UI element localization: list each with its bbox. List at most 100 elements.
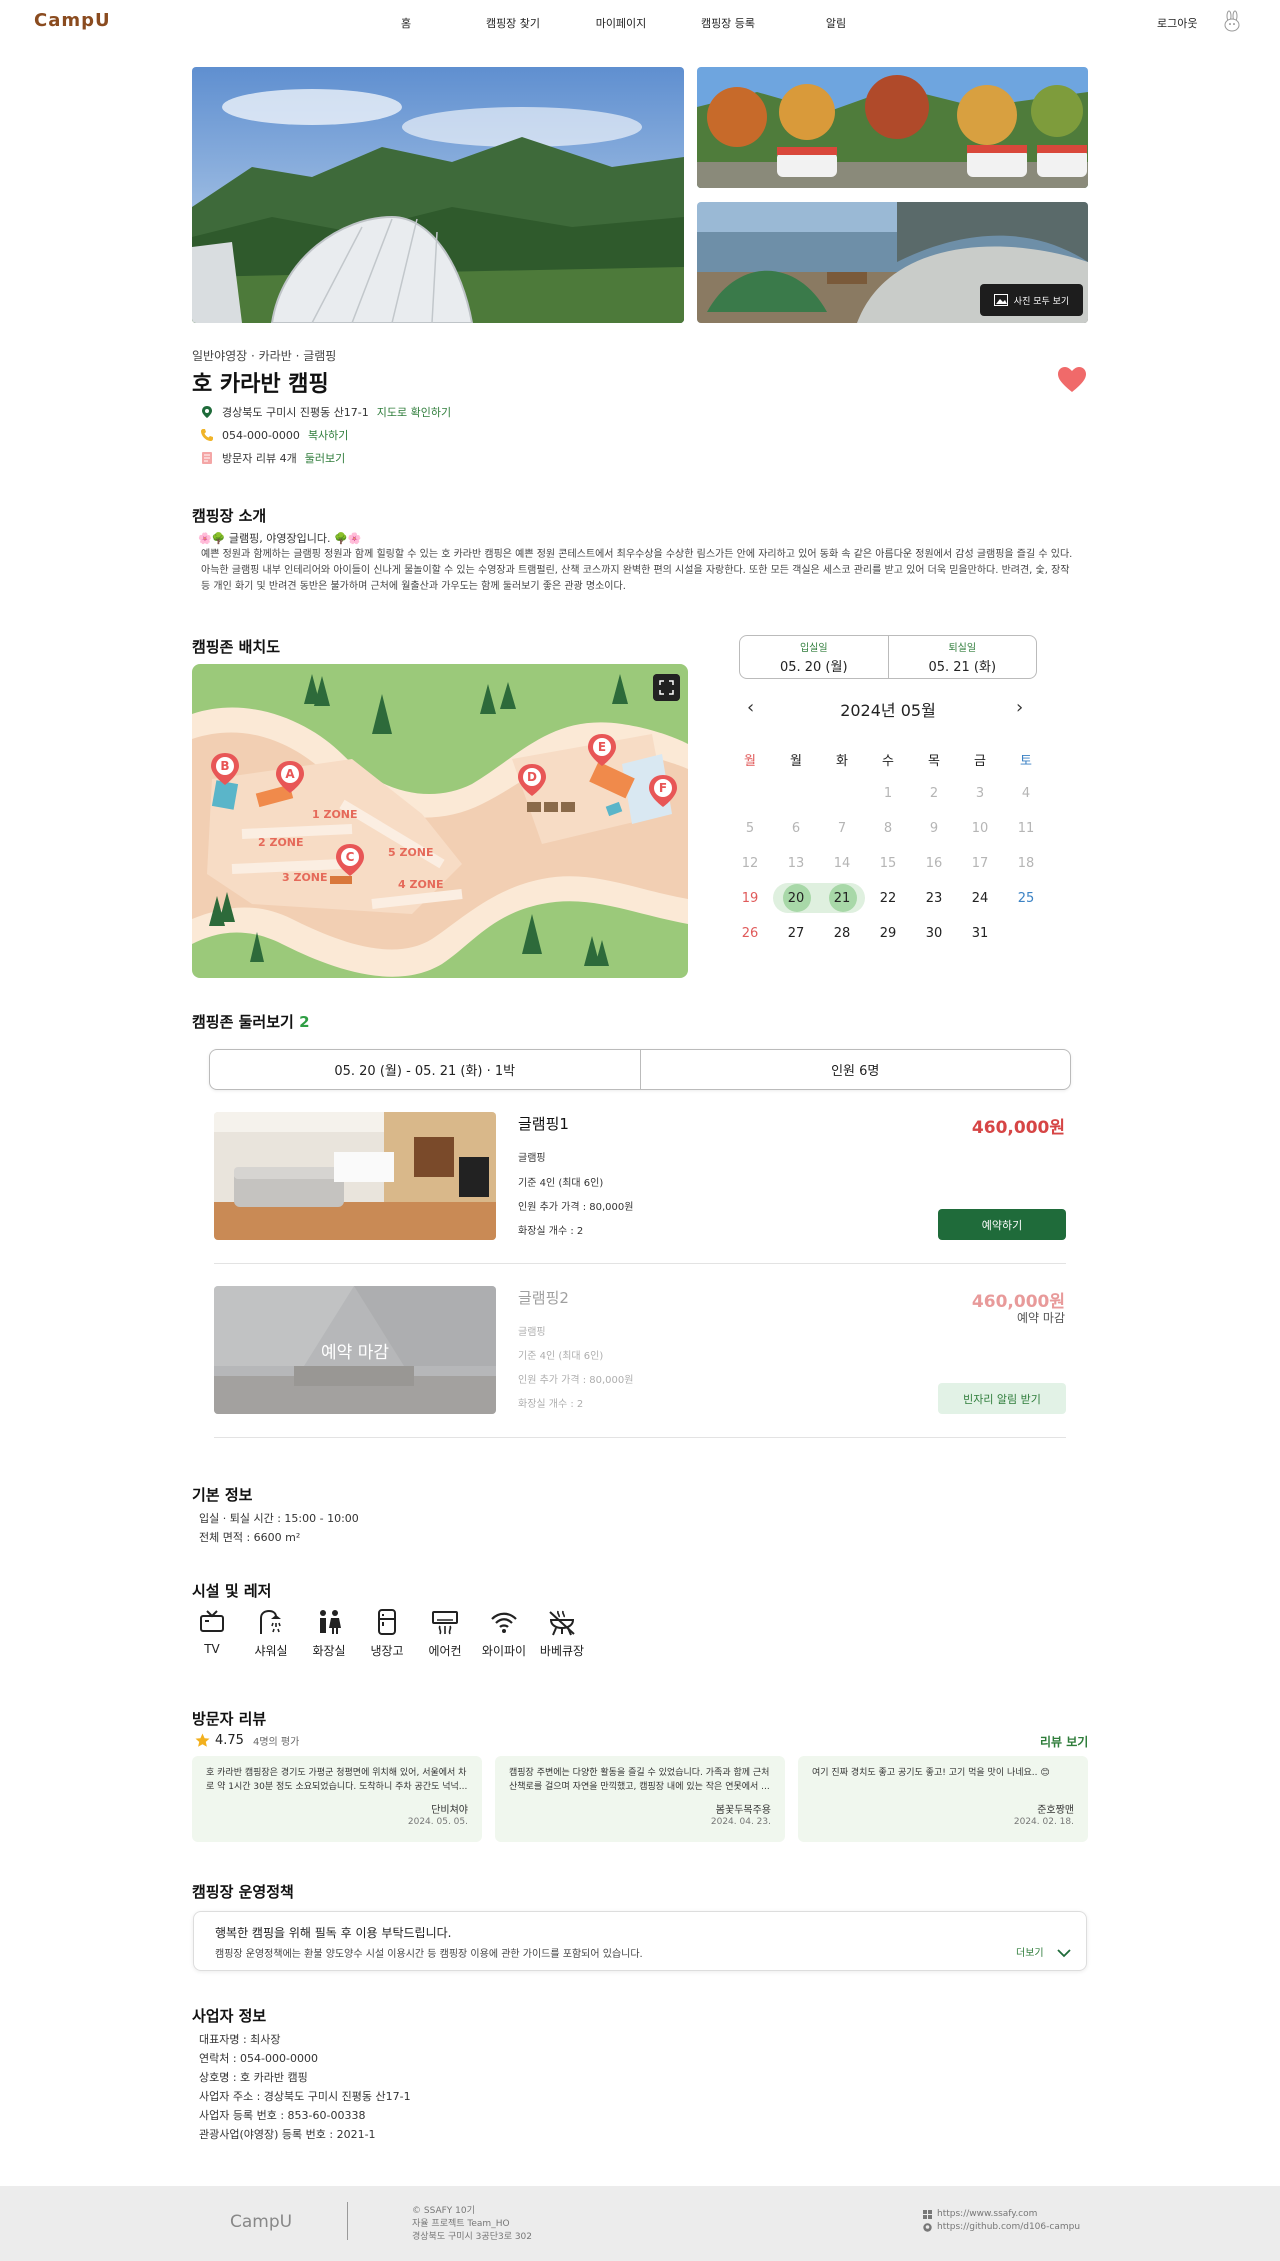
review-card[interactable]: 호 카라반 캠핑장은 경기도 가평군 청평면에 위치해 있어, 서울에서 차로 … [192,1756,482,1842]
favorite-heart-icon[interactable] [1058,367,1086,393]
logout-link[interactable]: 로그아웃 [1157,15,1197,31]
date-range-selector[interactable]: 05. 20 (월) - 05. 21 (화) · 1박 [210,1050,640,1089]
calendar-day[interactable]: 30 [911,926,957,941]
profile-bunny-icon[interactable] [1222,10,1242,32]
calendar-day[interactable]: 31 [957,926,1003,941]
total-area: 전체 면적 : 6600 m² [199,1531,301,1544]
room-name-2: 글램핑2 [518,1289,569,1307]
calendar-day[interactable]: 26 [727,926,773,941]
biz-reg-number: 사업자 등록 번호 : 853-60-00338 [199,2109,366,2122]
review-author: 단비쳐야 [431,1805,468,1816]
footer-copyright: © SSAFY 10기 [412,2206,475,2216]
expand-map-icon[interactable] [653,674,680,701]
phone-icon [201,429,213,441]
calendar-day[interactable]: 10 [957,821,1003,836]
calendar-day[interactable]: 2 [911,786,957,801]
calendar-day[interactable]: 19 [727,891,773,906]
svg-text:C: C [346,850,355,864]
review-author: 준호짱맨 [1037,1805,1074,1816]
calendar-day[interactable]: 21 [819,891,865,906]
see-reviews-link[interactable]: 리뷰 보기 [1040,1733,1088,1750]
all-photos-button[interactable]: 사진 모두 보기 [980,284,1083,316]
calendar-weekday: 수 [882,754,894,769]
review-text: 캠핑장 주변에는 다양한 활동을 즐길 수 있었습니다. 가족과 함께 근처 산… [509,1768,770,1792]
calendar-weekday: 화 [836,754,848,769]
room-photo-2[interactable]: 예약 마감 [214,1286,496,1414]
calendar-day[interactable]: 3 [957,786,1003,801]
footer-github-link[interactable]: https://github.com/d106-campu [923,2222,1080,2232]
facilities-title: 시설 및 레저 [192,1582,272,1600]
facility-bbq: 바베큐장 [532,1608,592,1659]
review-card[interactable]: 여기 진짜 경치도 좋고 공기도 좋고! 고기 먹을 맛이 나네요.. 😊 준호… [798,1756,1088,1842]
copy-phone-link[interactable]: 복사하기 [308,427,348,443]
nav-register-camp[interactable]: 캠핑장 등록 [701,15,755,31]
phone-row: 054-000-0000 복사하기 [200,427,348,443]
calendar-day[interactable]: 24 [957,891,1003,906]
calendar-day[interactable]: 27 [773,926,819,941]
nav-home[interactable]: 홈 [401,15,411,31]
calendar-day[interactable]: 13 [773,856,819,871]
footer-ssafy-link[interactable]: https://www.ssafy.com [923,2209,1037,2219]
calendar-day[interactable]: 9 [911,821,957,836]
nav-mypage[interactable]: 마이페이지 [596,15,647,31]
room-toilets-1: 화장실 개수 : 2 [518,1226,584,1237]
room-type-1: 글램핑 [518,1153,546,1164]
checkin-value: 05. 20 (월) [779,660,848,675]
calendar-day[interactable]: 1 [865,786,911,801]
calendar-day[interactable]: 23 [911,891,957,906]
policy-more-button[interactable]: 더보기 [1016,1944,1071,1959]
calendar-day[interactable]: 6 [773,821,819,836]
calendar-day[interactable]: 14 [819,856,865,871]
biz-owner: 대표자명 : 최사장 [199,2033,281,2046]
bbq-icon [549,1610,575,1636]
footer-divider [347,2202,348,2240]
nav-find-camp[interactable]: 캠핑장 찾기 [486,15,540,31]
calendar-day[interactable]: 22 [865,891,911,906]
calendar-day[interactable]: 12 [727,856,773,871]
calendar-day[interactable]: 20 [773,891,819,906]
biz-contact: 연락처 : 054-000-0000 [199,2052,318,2065]
calendar-day[interactable]: 25 [1003,891,1049,906]
all-photos-label: 사진 모두 보기 [1013,296,1070,307]
next-month-icon[interactable]: › [1016,697,1023,718]
calendar-day[interactable]: 8 [865,821,911,836]
calendar-weekday: 월 [790,754,802,769]
room-photo-1[interactable] [214,1112,496,1240]
logo[interactable]: CampU [34,10,111,31]
business-title: 사업자 정보 [192,2007,267,2025]
checkout-date[interactable]: 퇴실일 05. 21 (화) [887,636,1037,678]
calendar-day[interactable]: 4 [1003,786,1049,801]
book-button[interactable]: 예약하기 [938,1209,1066,1240]
zone-label-3: 3 ZONE [282,871,328,884]
gallery-photo-2[interactable] [697,67,1088,188]
calendar-weekday: 월 [744,754,756,769]
calendar-day[interactable]: 5 [727,821,773,836]
guest-selector[interactable]: 인원 6명 [639,1050,1071,1089]
checkin-label: 입실일 [799,643,828,654]
gallery-main-photo[interactable] [192,67,684,323]
nav-alerts[interactable]: 알림 [826,15,846,31]
calendar-day[interactable]: 15 [865,856,911,871]
star-icon [195,1733,210,1747]
room-type-2: 글램핑 [518,1327,546,1338]
review-card[interactable]: 캠핑장 주변에는 다양한 활동을 즐길 수 있었습니다. 가족과 함께 근처 산… [495,1756,785,1842]
footer-team: 자율 프로젝트 Team_HO [412,2219,510,2229]
calendar-day[interactable]: 16 [911,856,957,871]
location-pin-icon [202,406,212,418]
vacancy-alert-button[interactable]: 빈자리 알림 받기 [938,1383,1066,1414]
shower-icon [260,1609,281,1634]
calendar-day[interactable]: 28 [819,926,865,941]
map-link[interactable]: 지도로 확인하기 [377,404,451,420]
checkin-date[interactable]: 입실일 05. 20 (월) [740,636,888,678]
facility-restroom: 화장실 [299,1608,359,1659]
calendar-day[interactable]: 29 [865,926,911,941]
browse-reviews-link[interactable]: 둘러보기 [305,450,345,466]
camp-layout-map[interactable]: 1 ZONE 2 ZONE 3 ZONE 4 ZONE 5 ZONE B A C… [192,664,688,978]
zone-search-bar: 05. 20 (월) - 05. 21 (화) · 1박 인원 6명 [209,1049,1071,1090]
calendar-day[interactable]: 18 [1003,856,1049,871]
facility-shower: 샤워실 [241,1608,301,1659]
calendar-day[interactable]: 11 [1003,821,1049,836]
calendar-day[interactable]: 17 [957,856,1003,871]
calendar-day[interactable]: 7 [819,821,865,836]
room-capacity-2: 기준 4인 (최대 6인) [518,1351,604,1362]
